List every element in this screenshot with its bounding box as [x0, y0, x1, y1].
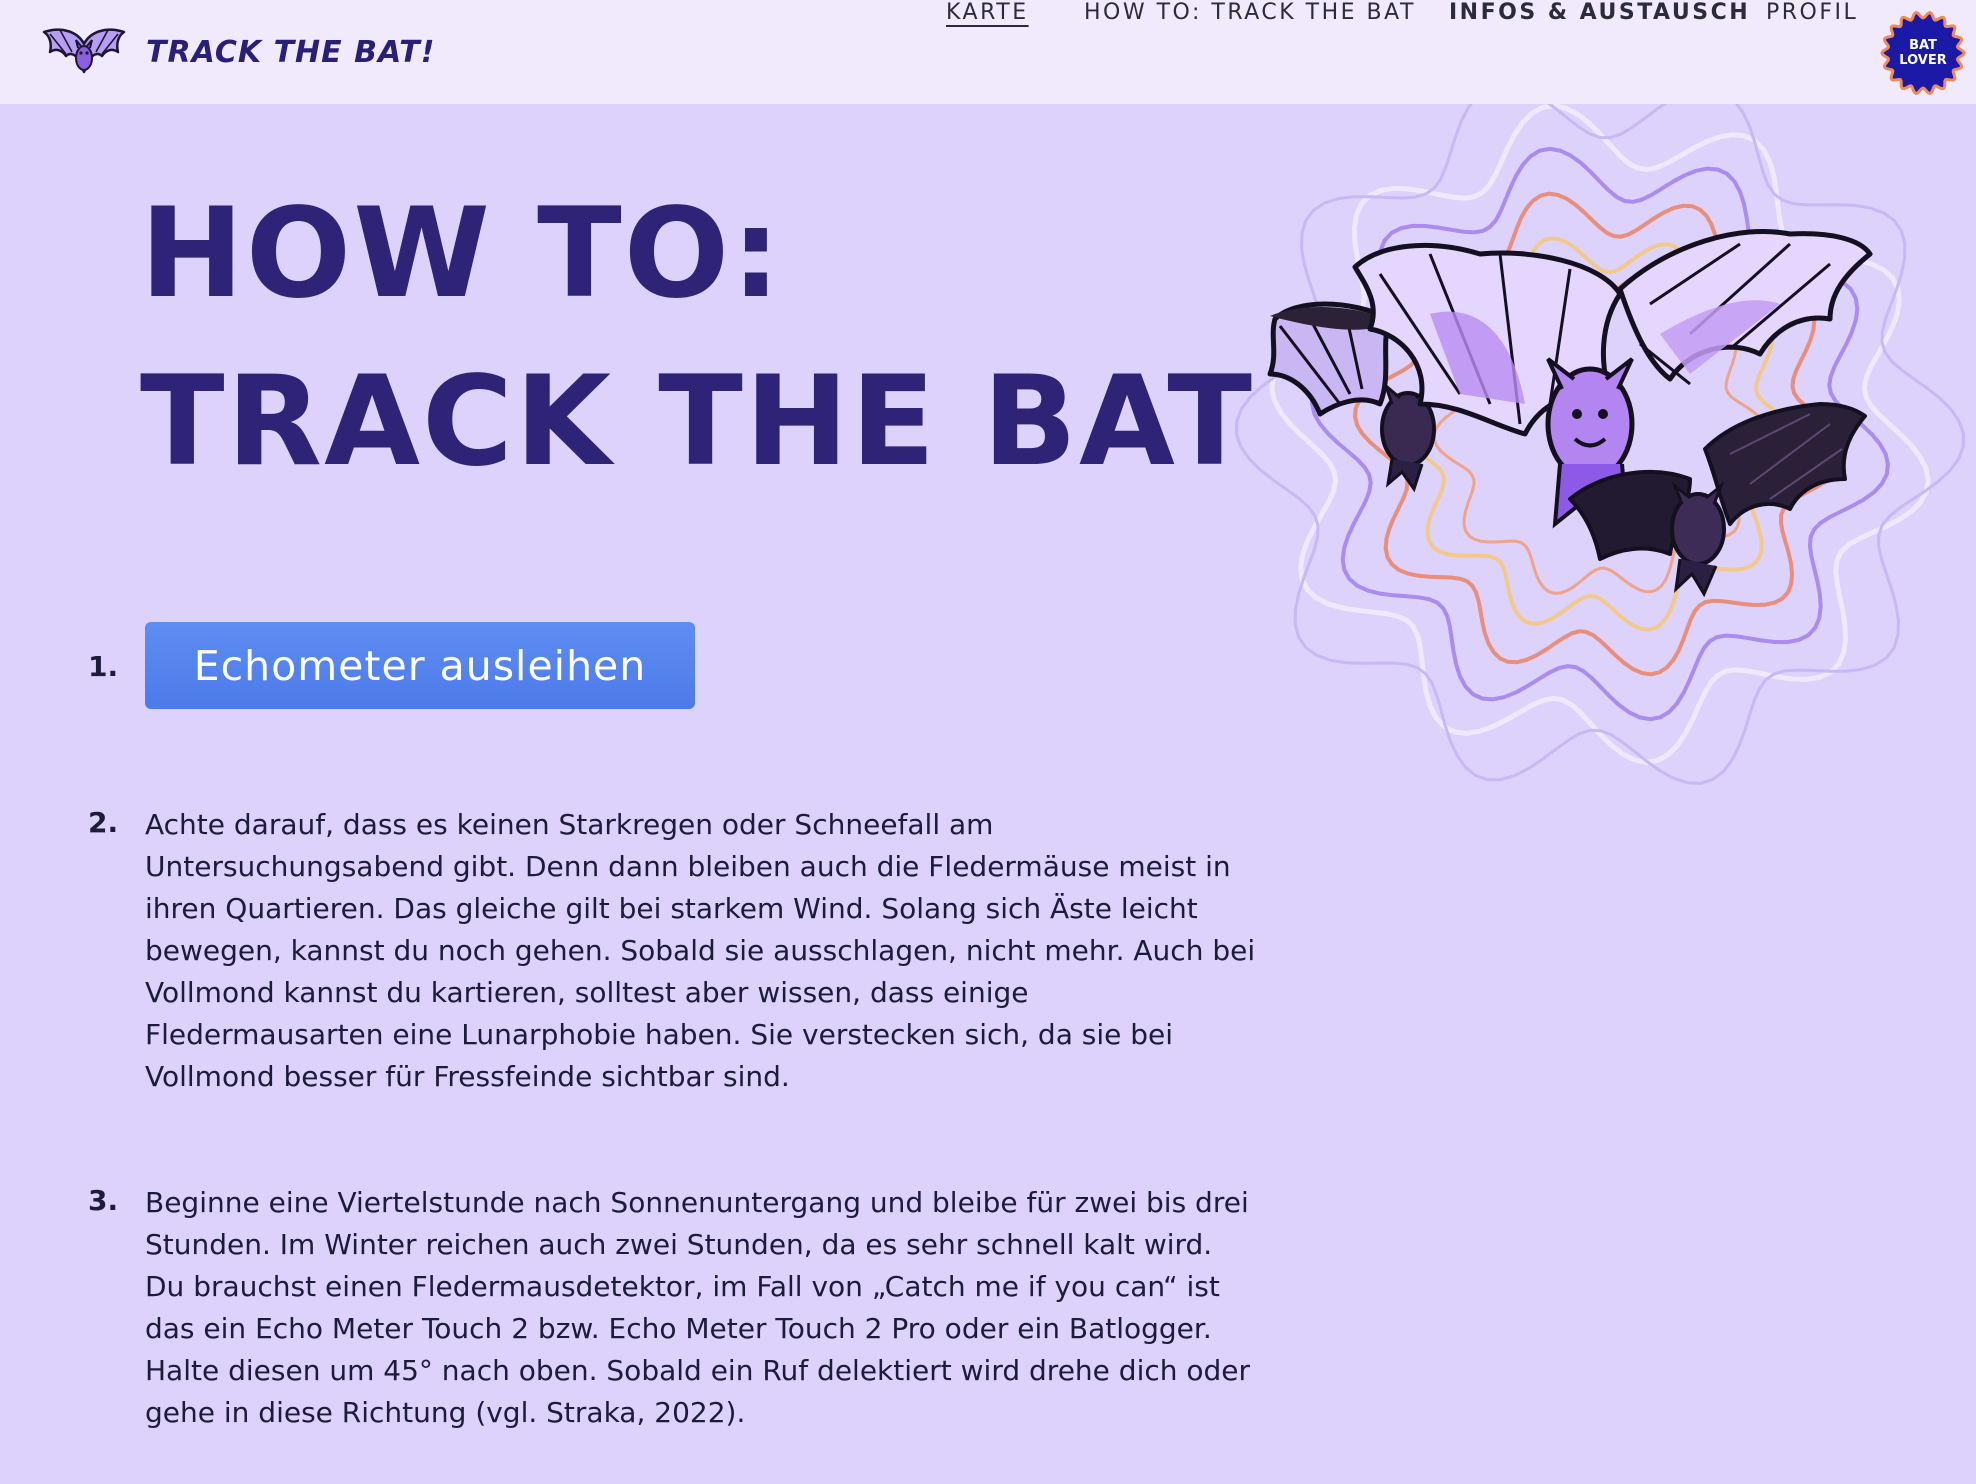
top-navigation-bar: TRACK THE BAT! KARTE HOW TO: TRACK THE B…: [0, 0, 1976, 104]
nav-infos-austausch[interactable]: INFOS & AUSTAUSCH: [1449, 0, 1750, 25]
nav-profil[interactable]: PROFIL: [1766, 0, 1858, 25]
step-number-1: 1.: [88, 650, 119, 683]
bat-illustration: [1267, 229, 1873, 598]
badge-label: BAT LOVER: [1880, 10, 1966, 96]
echometer-ausleihen-button[interactable]: Echometer ausleihen: [145, 622, 695, 709]
nav-how-to[interactable]: HOW TO: TRACK THE BAT: [1084, 0, 1416, 25]
title-line-2: TRACK THE BAT: [140, 350, 1254, 494]
step-number-3: 3.: [88, 1184, 119, 1217]
page-title: HOW TO: TRACK THE BAT: [140, 170, 1254, 506]
title-line-1: HOW TO:: [140, 182, 783, 326]
step-3-text: Beginne eine Viertelstunde nach Sonnenun…: [145, 1186, 1251, 1429]
hero-illustration: [1130, 104, 1976, 884]
brand-name: TRACK THE BAT!: [146, 34, 436, 70]
nav-karte[interactable]: KARTE: [946, 0, 1029, 25]
brand[interactable]: TRACK THE BAT!: [40, 22, 435, 82]
bat-lover-badge[interactable]: BAT LOVER: [1880, 10, 1966, 96]
bat-logo-icon: [42, 28, 126, 74]
step-2-text: Achte darauf, dass es keinen Starkregen …: [145, 808, 1256, 1093]
badge-line-1: BAT: [1909, 38, 1937, 53]
badge-line-2: LOVER: [1899, 53, 1947, 68]
step-number-2: 2.: [88, 806, 119, 839]
